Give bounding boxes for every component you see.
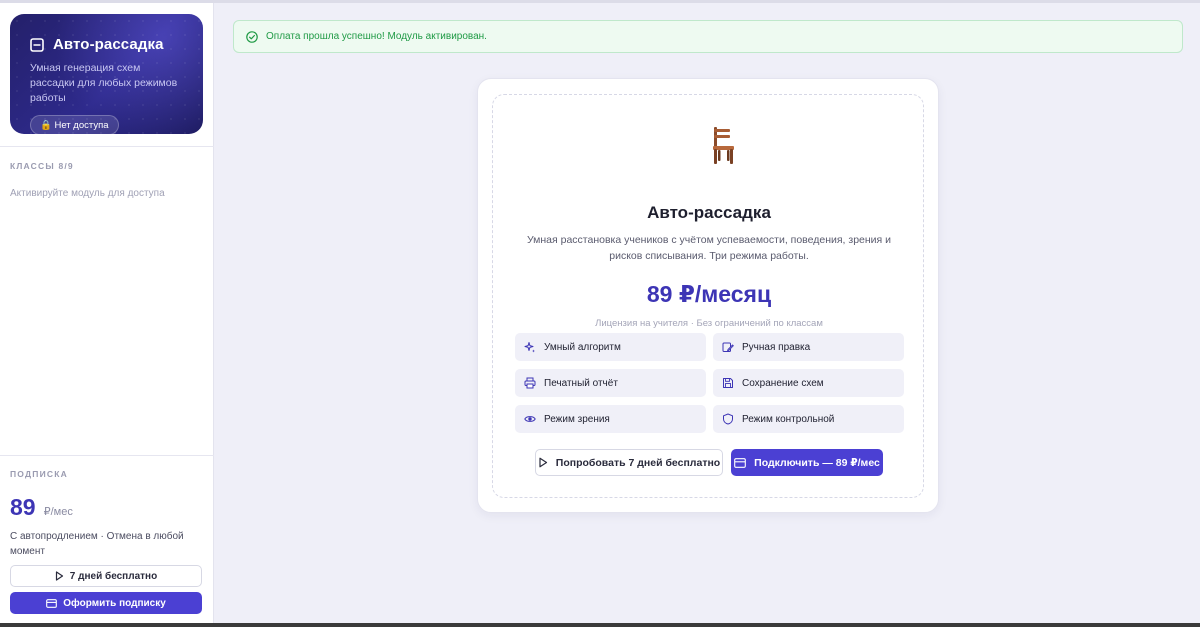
module-card-inner: Авто-рассадка Умная расстановка учеников…: [492, 94, 924, 498]
seating-grid-icon: [30, 37, 44, 52]
sidebar-trial-label: 7 дней бесплатно: [69, 570, 158, 582]
feature-label: Умный алгоритм: [544, 341, 621, 353]
credit-card-icon: [734, 457, 746, 468]
feature-label: Ручная правка: [742, 341, 811, 353]
feature-label: Режим зрения: [544, 413, 610, 425]
eye-icon: [524, 416, 536, 422]
feature-print-report: Печатный отчёт: [515, 369, 706, 397]
sparkles-icon: [524, 342, 535, 353]
feature-label: Сохранение схем: [742, 377, 824, 389]
subscription-price: 89 ₽/мес: [10, 494, 73, 521]
subscription-heading: ПОДПИСКА: [10, 469, 68, 479]
classes-empty-text: Активируйте модуль для доступа: [10, 188, 165, 199]
feature-smart-algorithm: Умный алгоритм: [515, 333, 706, 361]
module-license: Лицензия на учителя · Без ограничений по…: [595, 318, 823, 329]
hero-title: Авто-рассадка: [53, 36, 164, 53]
module-hero-card[interactable]: Авто-рассадка Умная генерация схем расса…: [10, 14, 203, 134]
save-icon: [723, 378, 733, 388]
sidebar-divider: [0, 455, 214, 456]
try-free-label: Попробовать 7 дней бесплатно: [555, 456, 721, 469]
module-card: Авто-рассадка Умная расстановка учеников…: [477, 78, 939, 513]
shield-icon: [723, 413, 733, 425]
window-bottom-border: [0, 623, 1200, 627]
classes-heading: КЛАССЫ 8/9: [10, 161, 74, 171]
connect-button[interactable]: Подключить — 89 ₽/мес: [731, 449, 883, 476]
module-description: Умная расстановка учеников с учётом успе…: [526, 234, 892, 262]
feature-label: Режим контрольной: [742, 413, 835, 425]
sidebar: Авто-рассадка Умная генерация схем расса…: [0, 3, 214, 623]
feature-test-mode: Режим контрольной: [713, 405, 904, 433]
subscription-price-value: 89: [10, 494, 36, 520]
connect-label: Подключить — 89 ₽/мес: [754, 456, 880, 469]
feature-manual-edit: Ручная правка: [713, 333, 904, 361]
sidebar-subscribe-button[interactable]: Оформить подписку: [10, 592, 202, 614]
module-title: Авто-рассадка: [647, 203, 771, 222]
success-alert-text: Оплата прошла успешно! Модуль активирова…: [266, 31, 487, 42]
hero-subtitle: Умная генерация схем рассадки для любых …: [30, 62, 178, 104]
edit-icon: [722, 342, 734, 352]
feature-label: Печатный отчёт: [544, 377, 618, 389]
subscription-note: С автопродлением · Отмена в любой момент: [10, 531, 184, 557]
printer-icon: [524, 377, 536, 389]
module-price: 89 ₽/месяц: [646, 281, 772, 307]
check-circle-icon: [246, 30, 258, 43]
credit-card-icon: [46, 598, 58, 608]
sidebar-trial-button[interactable]: 7 дней бесплатно: [10, 565, 202, 587]
feature-save-schemes: Сохранение схем: [713, 369, 904, 397]
sidebar-subscribe-label: Оформить подписку: [63, 597, 166, 609]
play-icon: [539, 457, 547, 468]
no-access-badge: 🔒 Нет доступа: [30, 115, 119, 134]
play-icon: [55, 571, 63, 581]
try-free-button[interactable]: Попробовать 7 дней бесплатно: [535, 449, 723, 476]
success-alert: Оплата прошла успешно! Модуль активирова…: [233, 20, 1183, 53]
subscription-price-unit: ₽/мес: [43, 506, 73, 518]
sidebar-divider: [0, 146, 214, 147]
feature-vision-mode: Режим зрения: [515, 405, 706, 433]
chair-icon: [713, 127, 734, 164]
